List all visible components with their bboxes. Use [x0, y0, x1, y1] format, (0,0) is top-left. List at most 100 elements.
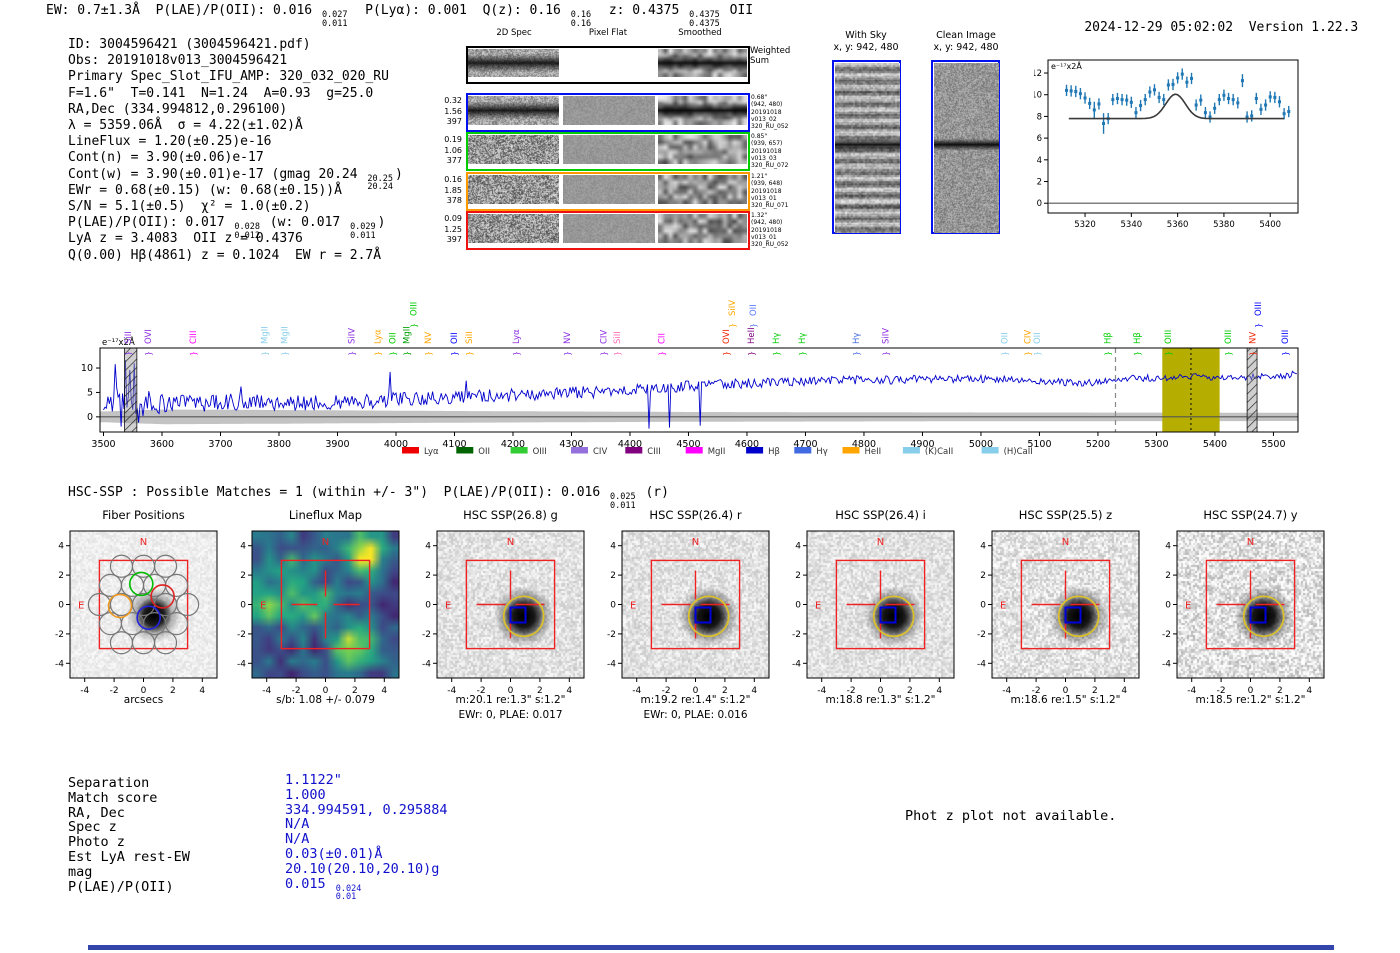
y-tick-label: 0 — [1165, 601, 1171, 611]
north-label: N — [877, 537, 884, 548]
data-point — [1074, 89, 1078, 93]
text-segment: Q(0.00) Hβ(4861) z = 0.1024 EW r = 2.7Å — [68, 247, 382, 263]
data-point — [1199, 98, 1203, 102]
line-label-bracket: } — [1224, 351, 1233, 356]
text-segment: Primary Spec_Slot_IFU_AMP: 320_032_020_R… — [68, 69, 389, 85]
x-tick-label: 5400 — [1259, 220, 1281, 230]
text-segment: λ = 5359.06Å σ = 4.22(±1.02)Å — [68, 118, 303, 133]
cutout-axes-box — [69, 530, 218, 679]
data-point — [1222, 93, 1226, 97]
data-point — [1273, 95, 1277, 99]
cutout-title: HSC SSP(26.8) g — [463, 508, 558, 522]
line-label-bracket: } — [348, 351, 357, 356]
cutout-overlay: -4 -4 -2 -2 0 0 2 2 4 4 N E — [783, 521, 973, 705]
sky-panel-image — [933, 62, 999, 233]
emission-line-label: OII — [388, 332, 398, 344]
spec2d-col-header: 2D Spec — [496, 28, 532, 38]
text-segment: ) — [377, 215, 386, 231]
line-label-bracket: } — [144, 351, 153, 356]
emission-line-label: OII — [1000, 332, 1010, 344]
fiber-circle — [164, 573, 189, 597]
match-row-value: 334.994591, 0.295884 — [285, 802, 615, 818]
line-label-bracket: } — [512, 351, 521, 356]
legend-swatch — [402, 447, 419, 454]
y-tick-label: 4 — [240, 542, 246, 552]
spec2d-right-meta: 0.68" — [751, 94, 768, 101]
text-segment: OII — [721, 3, 754, 18]
stat-uncertainty: 0.027 0.011 — [322, 11, 348, 28]
spec2d-image — [563, 96, 655, 125]
emission-line-label: CIII — [189, 331, 199, 344]
y-tick-label: 12 — [1034, 69, 1042, 79]
value-text: N/A — [285, 816, 310, 833]
legend-swatch — [746, 447, 764, 454]
cutout-overlay: -4 -4 -2 -2 0 0 2 2 4 4 N E — [46, 521, 236, 705]
east-label: E — [445, 601, 451, 612]
y-tick-label: 0 — [425, 601, 431, 611]
y-tick-label: 8 — [1037, 112, 1042, 122]
spec2d-image — [468, 175, 559, 204]
data-point — [1088, 101, 1092, 105]
spec2d-left-stat: 0.19 — [444, 135, 462, 144]
x-tick-label: 3800 — [267, 439, 291, 450]
data-point — [1213, 106, 1217, 110]
spec2d-left-stat: 397 — [446, 235, 462, 245]
text-segment: z: 0.4375 — [593, 3, 688, 18]
stat-uncertainty: 0.16 0.16 — [571, 11, 591, 28]
emission-line-label: SiIV — [348, 328, 358, 344]
match-row-value: N/A — [285, 831, 615, 848]
text-segment: HSC-SSP : Possible Matches = 1 (within +… — [68, 485, 609, 500]
spec2d-left-stat: 0.09 — [444, 214, 462, 223]
emission-line-label: CIV — [600, 330, 610, 344]
fiber-circle — [164, 612, 189, 636]
y-tick-label: -2 — [1162, 630, 1171, 640]
x-tick-label: 5400 — [1203, 439, 1227, 450]
emission-line-label: SiII — [613, 331, 623, 344]
match-row-label: RA, Dec — [68, 804, 125, 821]
spec2d-right-meta: 320_RU_072 — [751, 162, 789, 170]
line-label-bracket: } — [1000, 351, 1009, 356]
y-tick-label: 2 — [425, 571, 431, 581]
legend-label: Lyα — [424, 447, 439, 457]
cutout-caption: m:19.2 re:1.4" s:1.2" — [640, 694, 751, 706]
sky-panel-image — [834, 62, 900, 233]
match-row-label: Match score — [68, 789, 158, 806]
line-label-bracket: } — [1254, 323, 1263, 328]
cutout-axes-box — [1176, 530, 1325, 679]
catalog-position-box — [1249, 606, 1267, 624]
spec2d-right-meta: v013_01 — [751, 233, 777, 241]
y-tick-label: 0 — [58, 601, 64, 611]
x-tick-label: 5200 — [1086, 439, 1110, 450]
y-tick-label: 0 — [610, 601, 616, 611]
data-point — [1240, 79, 1244, 83]
data-point — [1083, 96, 1087, 100]
emission-line-label: Lyα — [512, 329, 522, 344]
cutout-caption: m:18.5 re:1.2" s:1.2" — [1195, 694, 1306, 706]
stat-uncertainty: 0.4375 0.4375 — [689, 11, 720, 28]
y-tick-label: 0 — [240, 601, 246, 611]
y-tick-label: 2 — [1165, 571, 1171, 581]
spec2d-image — [658, 135, 747, 164]
line-label-bracket: } — [1248, 351, 1257, 356]
data-point — [1180, 72, 1184, 76]
emission-line-label: OVI — [722, 329, 732, 344]
data-point — [1125, 98, 1129, 102]
line-label-bracket: } — [403, 351, 412, 356]
data-point — [1250, 114, 1254, 118]
fiber-circle — [153, 554, 178, 578]
line-label-bracket: } — [1164, 351, 1173, 356]
east-label: E — [815, 601, 821, 612]
value-text: N/A — [285, 831, 310, 848]
line-label-bracket: } — [1133, 351, 1142, 356]
legend-label: CIII — [647, 447, 660, 457]
x-tick-label: 3700 — [208, 439, 232, 450]
sky-panel-title: Clean Image — [936, 30, 996, 41]
fiber-circle — [142, 612, 167, 636]
north-label: N — [1062, 537, 1069, 548]
spec2d-image — [658, 49, 747, 77]
spec2d-left-stat: 377 — [446, 156, 462, 166]
spec2d-image — [658, 96, 747, 125]
cutout-axes-box — [806, 530, 955, 679]
cutout-axes-box — [991, 530, 1140, 679]
emission-line-label: SiIV — [728, 300, 738, 316]
